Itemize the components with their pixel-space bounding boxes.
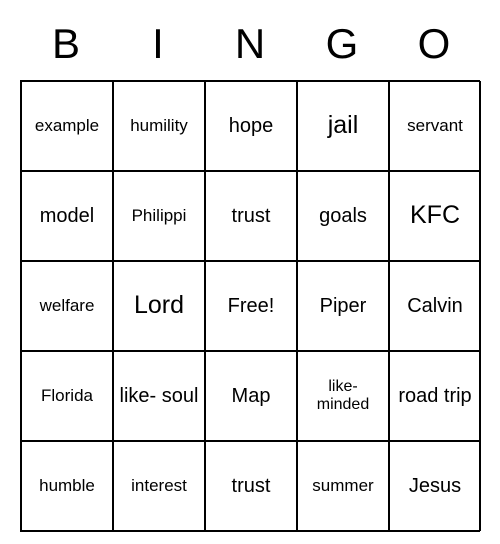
header-letter-i: I bbox=[112, 20, 204, 68]
bingo-cell[interactable]: summer bbox=[297, 441, 389, 531]
bingo-cell[interactable]: Lord bbox=[113, 261, 205, 351]
bingo-cell[interactable]: interest bbox=[113, 441, 205, 531]
bingo-cell[interactable]: goals bbox=[297, 171, 389, 261]
bingo-cell[interactable]: welfare bbox=[21, 261, 113, 351]
bingo-cell[interactable]: KFC bbox=[389, 171, 481, 261]
header-letter-n: N bbox=[204, 20, 296, 68]
bingo-grid: example humility hope jail servant model… bbox=[20, 80, 480, 532]
bingo-cell[interactable]: trust bbox=[205, 171, 297, 261]
bingo-cell[interactable]: hope bbox=[205, 81, 297, 171]
bingo-cell[interactable]: servant bbox=[389, 81, 481, 171]
bingo-cell[interactable]: humility bbox=[113, 81, 205, 171]
bingo-cell[interactable]: model bbox=[21, 171, 113, 261]
bingo-cell-free[interactable]: Free! bbox=[205, 261, 297, 351]
bingo-cell[interactable]: Jesus bbox=[389, 441, 481, 531]
bingo-cell[interactable]: Calvin bbox=[389, 261, 481, 351]
bingo-cell[interactable]: Map bbox=[205, 351, 297, 441]
bingo-header: B I N G O bbox=[20, 20, 480, 68]
bingo-cell[interactable]: humble bbox=[21, 441, 113, 531]
bingo-cell[interactable]: like- soul bbox=[113, 351, 205, 441]
bingo-cell[interactable]: Florida bbox=[21, 351, 113, 441]
bingo-cell[interactable]: road trip bbox=[389, 351, 481, 441]
bingo-cell[interactable]: like- minded bbox=[297, 351, 389, 441]
header-letter-o: O bbox=[388, 20, 480, 68]
bingo-cell[interactable]: Piper bbox=[297, 261, 389, 351]
header-letter-b: B bbox=[20, 20, 112, 68]
bingo-cell[interactable]: jail bbox=[297, 81, 389, 171]
header-letter-g: G bbox=[296, 20, 388, 68]
bingo-cell[interactable]: example bbox=[21, 81, 113, 171]
bingo-cell[interactable]: trust bbox=[205, 441, 297, 531]
bingo-cell[interactable]: Philippi bbox=[113, 171, 205, 261]
